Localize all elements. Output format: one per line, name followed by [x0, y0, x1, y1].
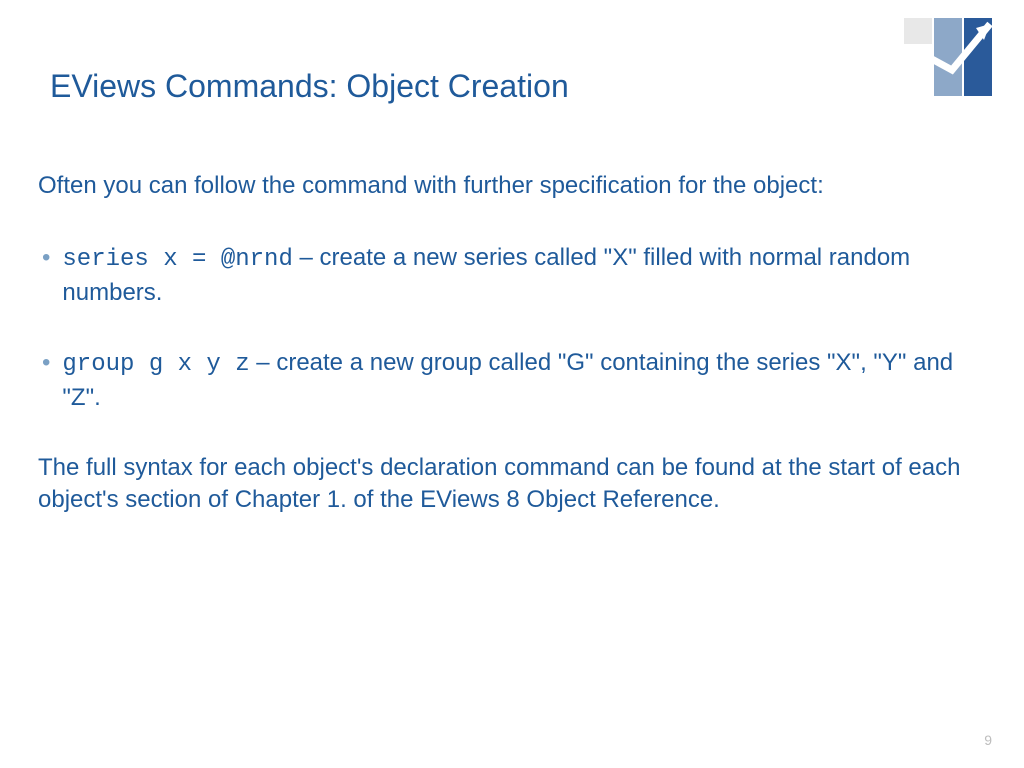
- bullet-body: series x = @nrnd – create a new series c…: [62, 242, 964, 309]
- separator: –: [293, 244, 320, 271]
- bullet-item: • group g x y z – create a new group cal…: [38, 347, 964, 414]
- slide-title: EViews Commands: Object Creation: [50, 68, 569, 105]
- code-snippet: group g x y z: [62, 351, 249, 378]
- intro-text: Often you can follow the command with fu…: [38, 170, 964, 202]
- eviews-logo-icon: [904, 18, 994, 98]
- bullet-body: group g x y z – create a new group calle…: [62, 347, 964, 414]
- footnote-text: The full syntax for each object's declar…: [38, 452, 964, 517]
- page-number: 9: [984, 732, 992, 748]
- slide-content: Often you can follow the command with fu…: [38, 170, 964, 517]
- bullet-marker: •: [42, 347, 50, 414]
- separator: –: [250, 349, 277, 376]
- code-snippet: series x = @nrnd: [62, 246, 292, 273]
- bullet-item: • series x = @nrnd – create a new series…: [38, 242, 964, 309]
- bullet-marker: •: [42, 242, 50, 309]
